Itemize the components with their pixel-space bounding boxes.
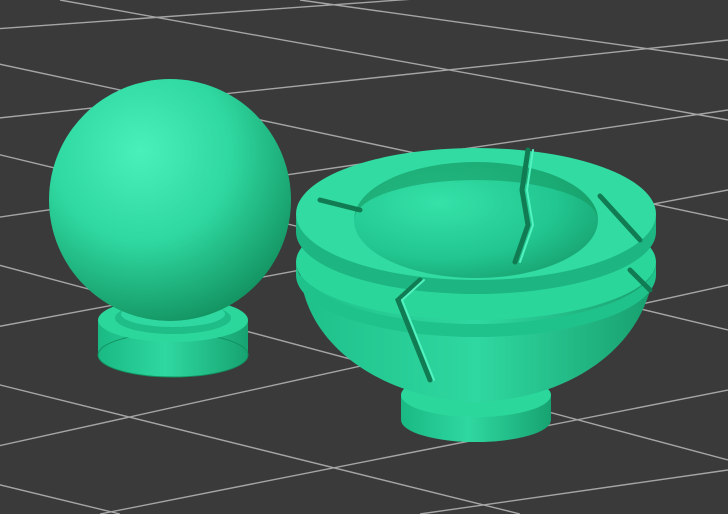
sphere: [49, 79, 291, 321]
build-plate-scene[interactable]: [0, 0, 728, 514]
3d-viewport[interactable]: [0, 0, 728, 514]
